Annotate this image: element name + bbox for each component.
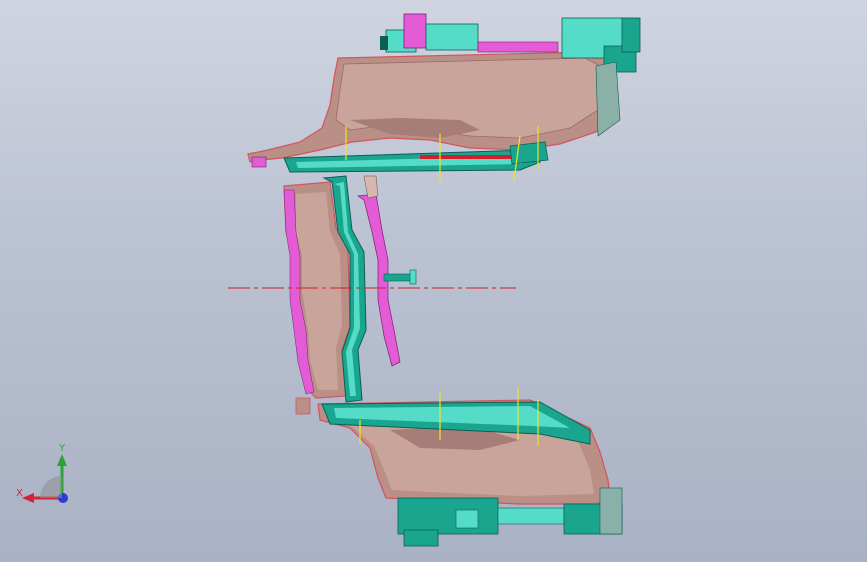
x-axis-label: X [16, 488, 23, 499]
axis-triad-icon [22, 454, 68, 503]
bottom-flange [295, 397, 623, 547]
vertical-web [283, 175, 417, 403]
axis-triad [12, 440, 82, 510]
y-axis-label: Y [59, 443, 66, 454]
cad-viewport[interactable]: X Y [0, 0, 867, 562]
part-model[interactable] [0, 0, 867, 562]
top-flange [247, 13, 641, 173]
